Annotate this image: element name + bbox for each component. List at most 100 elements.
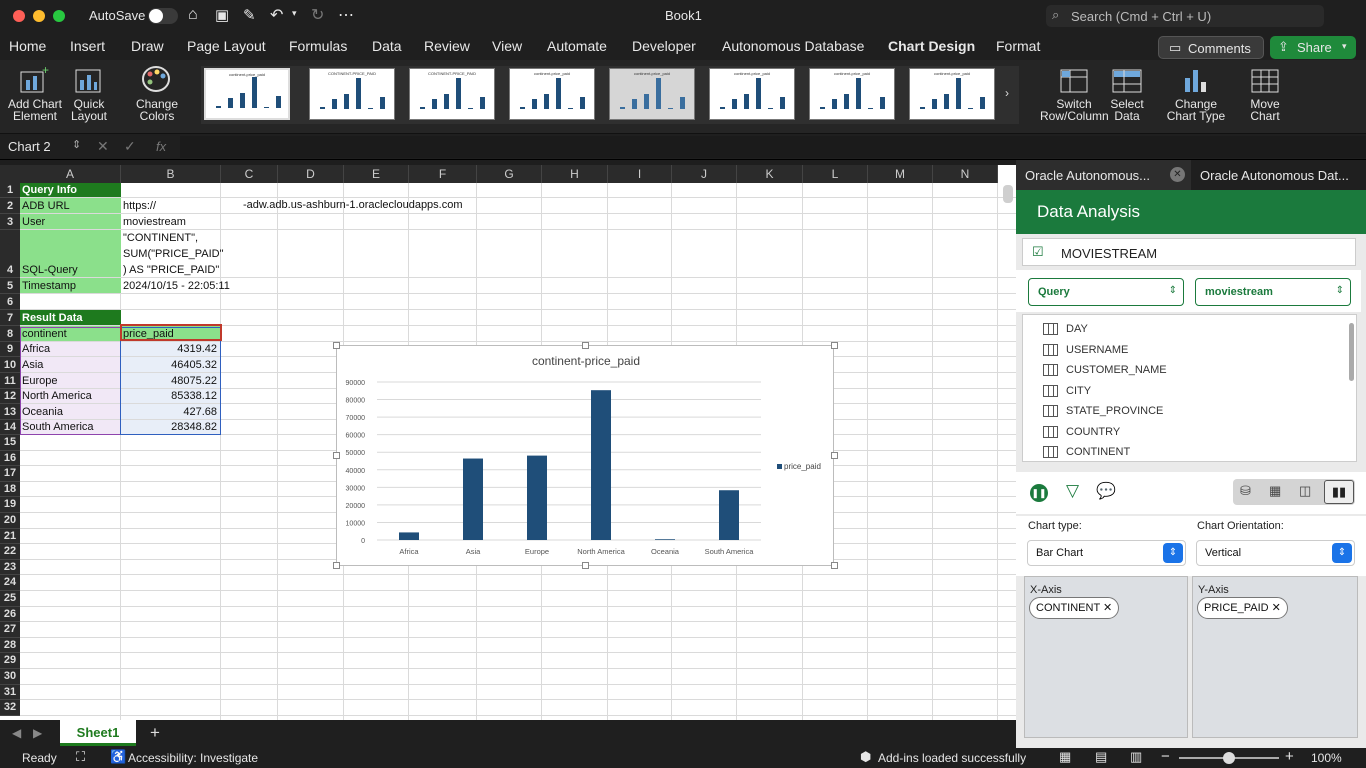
move-chart-button[interactable]: Move Chart xyxy=(1242,64,1288,122)
close-pane-icon[interactable]: ✕ xyxy=(1170,167,1185,182)
zoom-in-icon[interactable]: + xyxy=(1285,748,1294,765)
row-header-20[interactable]: 20 xyxy=(0,513,20,529)
filter-icon[interactable]: ▽ xyxy=(1066,481,1079,501)
chart-style-thumb[interactable]: CONTINENT-PRICE_PAID xyxy=(309,68,395,120)
autosave-toggle[interactable] xyxy=(148,8,178,24)
column-header-K[interactable]: K xyxy=(737,165,803,183)
column-header-B[interactable]: B xyxy=(121,165,221,183)
tab-page-layout[interactable]: Page Layout xyxy=(187,38,266,54)
chart-resize-handle[interactable] xyxy=(831,342,838,349)
select-data-button[interactable]: Select Data xyxy=(1108,64,1146,122)
status-accessibility[interactable]: Accessibility: Investigate xyxy=(128,751,258,765)
column-item-username[interactable]: USERNAME xyxy=(1043,344,1128,356)
row-header-25[interactable]: 25 xyxy=(0,591,20,607)
accessibility-icon[interactable]: ♿ xyxy=(110,749,126,765)
column-header-H[interactable]: H xyxy=(542,165,608,183)
next-sheet-icon[interactable]: ▶ xyxy=(33,726,42,740)
chart-style-thumb[interactable]: continent-price_paid xyxy=(204,68,290,120)
column-list-scrollbar[interactable] xyxy=(1349,323,1354,381)
schema-box[interactable]: ☑ MOVIESTREAM xyxy=(1022,238,1356,266)
column-item-country[interactable]: COUNTRY xyxy=(1043,426,1120,438)
undo-icon[interactable]: ↶ xyxy=(270,5,283,25)
cell-sql-query-line[interactable]: ) AS "PRICE_PAID" xyxy=(121,263,219,278)
cell-user-label[interactable]: User xyxy=(20,215,45,230)
confirm-icon[interactable]: ✓ xyxy=(124,138,136,155)
embedded-chart[interactable]: continent-price_paid 0 10000 20000 30000 400… xyxy=(333,342,838,569)
row-header-4[interactable]: 4 xyxy=(0,230,20,278)
tab-chart-design[interactable]: Chart Design xyxy=(888,38,975,54)
cell-timestamp-label[interactable]: Timestamp xyxy=(20,279,76,294)
x-axis-dropzone[interactable]: X-Axis CONTINENT ✕ xyxy=(1024,576,1188,738)
home-icon[interactable]: ⌂ xyxy=(188,6,198,24)
search-box[interactable]: ⌕ Search (Cmd + Ctrl + U) xyxy=(1046,5,1324,27)
tab-formulas[interactable]: Formulas xyxy=(289,38,347,54)
chart-resize-handle[interactable] xyxy=(333,342,340,349)
column-header-J[interactable]: J xyxy=(672,165,737,183)
column-header-I[interactable]: I xyxy=(608,165,672,183)
remove-x-axis-icon[interactable]: ✕ xyxy=(1103,602,1112,614)
spreadsheet-grid[interactable]: A B C D E F G H I J K L M N 1 2 3 4 5 6 7 8 9 10 11 12 13 14 15 16 17 1… xyxy=(0,165,1016,720)
chart-resize-handle[interactable] xyxy=(582,342,589,349)
row-header-21[interactable]: 21 xyxy=(0,528,20,545)
chart-resize-handle[interactable] xyxy=(831,562,838,569)
chart-plot[interactable]: 0 10000 20000 30000 40000 50000 60000 70000 8000… xyxy=(337,346,835,567)
row-header-31[interactable]: 31 xyxy=(0,684,20,701)
chart-style-thumb[interactable]: continent-price_paid xyxy=(809,68,895,120)
select-all-corner[interactable] xyxy=(0,165,20,183)
zoom-out-icon[interactable]: − xyxy=(1161,748,1170,765)
column-header-E[interactable]: E xyxy=(344,165,409,183)
maximize-window-button[interactable] xyxy=(53,10,65,22)
cell-sql-label[interactable]: SQL-Query xyxy=(20,263,78,278)
edit-icon[interactable]: ✎ xyxy=(243,6,256,24)
row-header-7[interactable]: 7 xyxy=(0,310,20,326)
row-header-5[interactable]: 5 xyxy=(0,278,20,294)
chart-type-select[interactable]: Bar Chart ⇕ xyxy=(1027,540,1186,566)
y-axis-dropzone[interactable]: Y-Axis PRICE_PAID ✕ xyxy=(1192,576,1358,738)
column-header-C[interactable]: C xyxy=(221,165,278,183)
name-box[interactable]: Chart 2 xyxy=(8,139,51,154)
row-header-10[interactable]: 10 xyxy=(0,357,20,373)
database-view-icon[interactable]: ⛁ xyxy=(1240,483,1251,499)
chat-icon[interactable]: 💬 xyxy=(1096,481,1116,501)
row-header-13[interactable]: 13 xyxy=(0,404,20,420)
column-item-customer_name[interactable]: CUSTOMER_NAME xyxy=(1043,364,1167,377)
cell-sql-query-line[interactable]: "CONTINENT", xyxy=(121,231,198,246)
undo-dropdown-icon[interactable]: ▾ xyxy=(292,8,297,19)
y-axis-chip[interactable]: PRICE_PAID ✕ xyxy=(1197,597,1288,619)
pane-tab-1[interactable]: Oracle Autonomous... ✕ xyxy=(1016,160,1191,190)
change-chart-type-button[interactable]: Change Chart Type xyxy=(1163,64,1229,122)
column-header-A[interactable]: A xyxy=(20,165,121,183)
connection-select[interactable]: moviestream ⇕ xyxy=(1195,278,1351,306)
column-item-day[interactable]: DAY xyxy=(1043,323,1088,336)
chart-resize-handle[interactable] xyxy=(333,452,340,459)
tab-insert[interactable]: Insert xyxy=(70,38,105,54)
gallery-next-icon[interactable]: › xyxy=(1005,86,1009,100)
zoom-level[interactable]: 100% xyxy=(1311,751,1342,765)
row-header-15[interactable]: 15 xyxy=(0,435,20,451)
column-header-L[interactable]: L xyxy=(803,165,868,183)
tab-home[interactable]: Home xyxy=(9,38,46,54)
tab-format[interactable]: Format xyxy=(996,38,1040,54)
redo-icon[interactable]: ↻ xyxy=(311,5,324,25)
tab-data[interactable]: Data xyxy=(372,38,402,54)
zoom-slider-thumb[interactable] xyxy=(1223,752,1235,764)
cell-adb-url-suffix[interactable]: -adw.adb.us-ashburn-1.oraclecloudapps.co… xyxy=(241,198,463,213)
minimize-window-button[interactable] xyxy=(33,10,45,22)
row-header-18[interactable]: 18 xyxy=(0,481,20,498)
tab-view[interactable]: View xyxy=(492,38,522,54)
chart-resize-handle[interactable] xyxy=(582,562,589,569)
row-header-8[interactable]: 8 xyxy=(0,326,20,342)
row-header-30[interactable]: 30 xyxy=(0,669,20,685)
chart-style-thumb[interactable]: continent-price_paid xyxy=(909,68,995,120)
row-header-16[interactable]: 16 xyxy=(0,450,20,467)
row-header-14[interactable]: 14 xyxy=(0,420,20,435)
page-break-view-icon[interactable]: ▥ xyxy=(1130,749,1142,765)
column-header-D[interactable]: D xyxy=(278,165,344,183)
tab-automate[interactable]: Automate xyxy=(547,38,607,54)
cell-result-data[interactable]: Result Data xyxy=(20,311,83,326)
sheet-tab-sheet1[interactable]: Sheet1 xyxy=(60,720,136,746)
run-pause-icon[interactable]: ❚❚ xyxy=(1030,484,1048,502)
remove-y-axis-icon[interactable]: ✕ xyxy=(1272,602,1281,614)
row-header-17[interactable]: 17 xyxy=(0,466,20,482)
chart-bar[interactable] xyxy=(399,532,419,540)
